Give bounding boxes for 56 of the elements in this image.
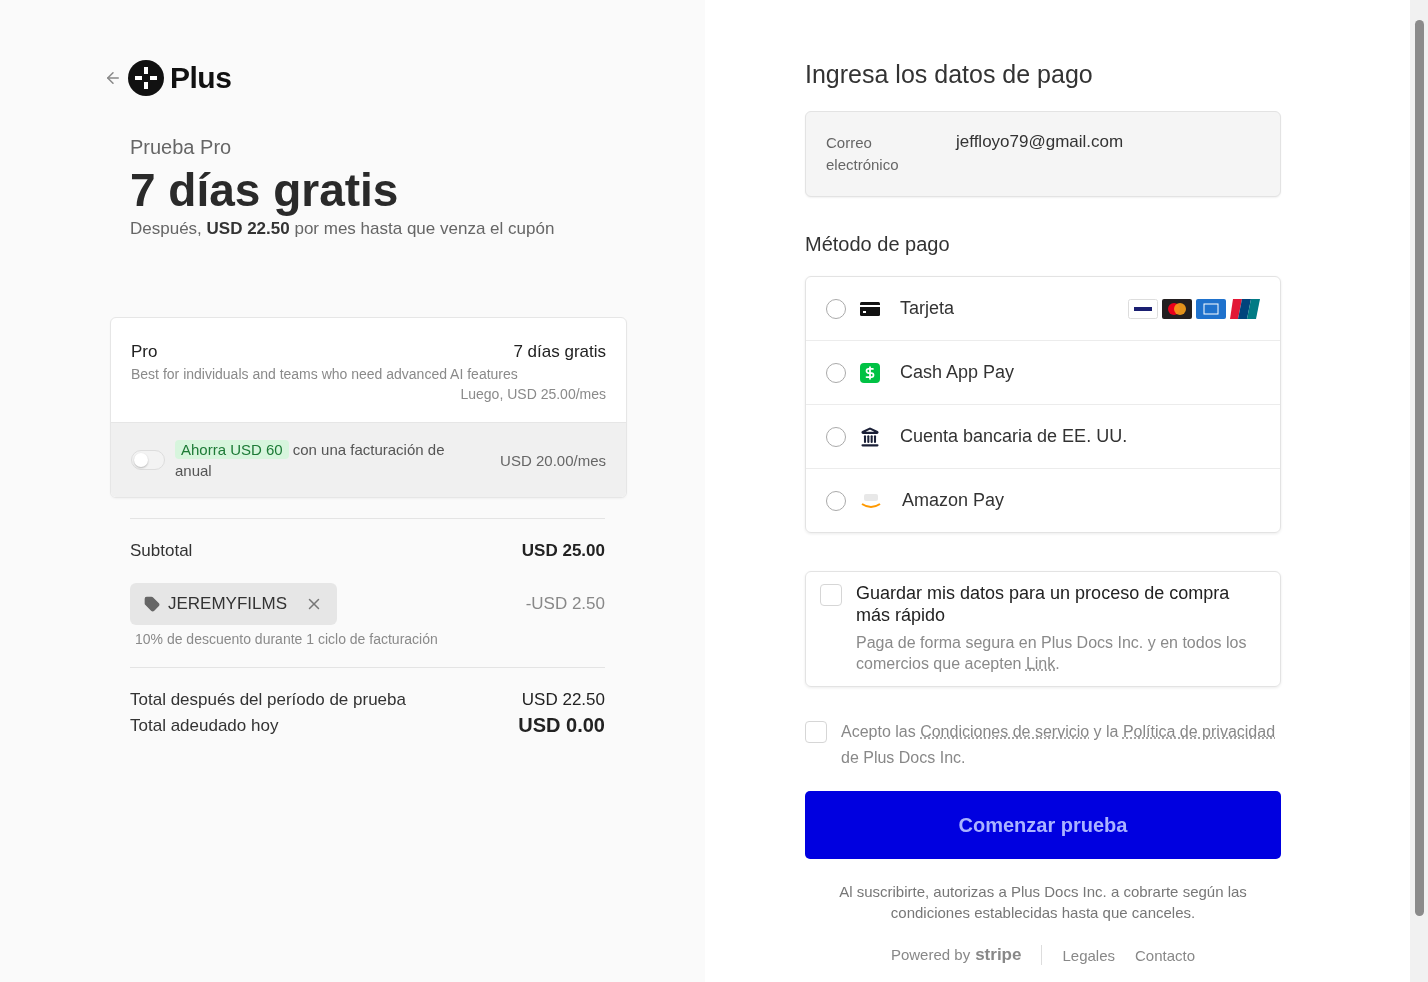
tag-icon — [144, 596, 160, 612]
page-title: Ingresa los datos de pago — [805, 60, 1094, 89]
stripe-wordmark: stripe — [975, 945, 1022, 965]
radio-button[interactable] — [826, 490, 846, 511]
coupon-code: JEREMYFILMS — [168, 594, 288, 614]
plan-trial: 7 días gratis — [513, 342, 606, 362]
email-field[interactable]: Correo electrónico jeffloyo79@gmail.com — [805, 111, 1281, 197]
trial-headline: 7 días gratis — [130, 163, 400, 217]
section-title: Método de pago — [805, 233, 951, 256]
card-logo-icon — [1128, 298, 1158, 319]
logo-icon — [128, 60, 164, 96]
inline-link[interactable]: Condiciones de servicio — [920, 723, 1090, 740]
total-amount: USD 0.00 — [518, 714, 605, 737]
radio-button[interactable] — [826, 426, 846, 447]
subtotal-amount: USD 25.00 — [521, 541, 605, 561]
credit-card-icon — [860, 300, 880, 317]
brand-name: Plus — [170, 61, 232, 95]
radio-button[interactable] — [826, 362, 846, 383]
bank-icon — [860, 426, 880, 447]
disclaimer-text: Al suscribirte, autorizas a Plus Docs Inc. a cobrarte según las condiciones establecidas hasta que canceles. — [838, 882, 1248, 923]
payment-option-label[interactable]: Amazon Pay — [902, 490, 1005, 511]
payment-option-label[interactable]: Cuenta bancaria de EE. UU. — [900, 426, 1128, 447]
scrollbar[interactable] — [1410, 0, 1428, 982]
annual-toggle[interactable] — [131, 450, 165, 470]
inline-link[interactable]: Link — [1025, 655, 1056, 672]
plan-description: Best for individuals and teams who need advanced AI features — [131, 366, 519, 382]
discount-amount: -USD 2.50 — [525, 594, 605, 614]
terms-text: Acepto las Condiciones de servicio y la Política de privacidad de Plus Docs Inc. — [841, 722, 1277, 768]
annual-text: Ahorra USD 60 con una facturación de anual — [175, 439, 446, 481]
plan-name: Pro — [131, 342, 158, 362]
inline-link[interactable]: Política de privacidad — [1122, 723, 1276, 740]
save-info-description: Paga de forma segura en Plus Docs Inc. y en todos los comercios que acepten Link. — [856, 633, 1248, 674]
plan-price: Luego, USD 25.00/mes — [460, 386, 606, 402]
coupon-note: 10% de descuento durante 1 ciclo de facturación — [135, 631, 439, 647]
total-label: Total adeudado hoy — [130, 715, 279, 736]
card-logo-icon — [1162, 298, 1192, 319]
card-logo-icon — [1196, 298, 1226, 319]
dollar-icon — [860, 362, 880, 383]
powered-by-text: Powered by — [890, 946, 971, 963]
footer-link[interactable]: Legales — [1062, 946, 1115, 964]
checkbox[interactable] — [805, 721, 827, 743]
card-logo-icon — [1230, 298, 1260, 319]
radio-button[interactable] — [826, 298, 846, 319]
annual-price: USD 20.00/mes — [500, 451, 606, 469]
total-label: Total después del período de prueba — [130, 690, 406, 710]
payment-option-label[interactable]: Cash App Pay — [900, 362, 1015, 383]
back-arrow-icon[interactable] — [104, 69, 122, 87]
trial-eyebrow: Prueba Pro — [130, 136, 233, 159]
checkbox[interactable] — [820, 584, 842, 606]
footer-link[interactable]: Contacto — [1135, 946, 1196, 964]
total-amount: USD 22.50 — [521, 690, 605, 710]
subtotal-label: Subtotal — [130, 541, 193, 561]
trial-note: Después, USD 22.50 por mes hasta que venza el cupón — [130, 219, 556, 239]
payment-option-label[interactable]: Tarjeta — [900, 298, 955, 319]
save-info-title: Guardar mis datos para un proceso de compra más rápido — [856, 582, 1231, 626]
savings-badge: Ahorra USD 60 — [175, 440, 289, 459]
